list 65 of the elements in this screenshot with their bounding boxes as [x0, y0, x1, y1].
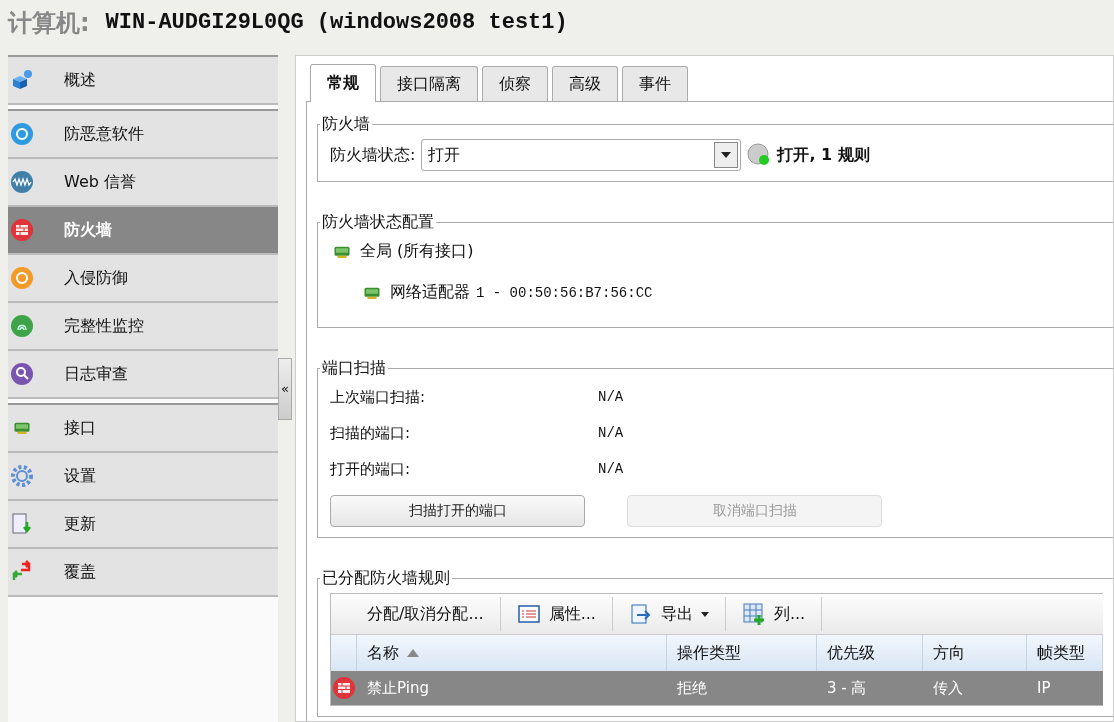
- export-icon: [628, 602, 653, 626]
- sidebar-item[interactable]: 更新: [8, 501, 278, 549]
- table-cell: 传入: [923, 671, 1027, 705]
- tree-item[interactable]: 全局 (所有接口): [360, 241, 474, 262]
- column-header: [331, 635, 357, 671]
- sidebar-item[interactable]: 入侵防御: [8, 255, 278, 303]
- magnifier-icon: [10, 362, 34, 386]
- collapse-handle[interactable]: «: [278, 357, 292, 420]
- column-header[interactable]: 优先级: [817, 635, 923, 671]
- properties-icon: [516, 602, 541, 626]
- globe-icon: [10, 170, 34, 194]
- computer-label: 计算机:: [8, 7, 90, 39]
- toolbar-button[interactable]: 属性...: [500, 597, 613, 631]
- cubes-icon: [10, 68, 34, 92]
- sort-ascending-icon: [407, 649, 419, 657]
- firewall-status-icon: [747, 143, 772, 167]
- scan-button[interactable]: 扫描打开的端口: [330, 495, 585, 527]
- table-cell: 拒绝: [667, 671, 817, 705]
- column-header[interactable]: 操作类型: [667, 635, 817, 671]
- group-title: 端口扫描: [321, 358, 387, 379]
- sidebar-item[interactable]: 接口: [8, 405, 278, 453]
- toolbar-button[interactable]: 分配/取消分配...: [351, 597, 501, 631]
- field-value: N/A: [598, 461, 624, 477]
- sidebar-item[interactable]: 概述: [8, 57, 278, 105]
- group-title: 防火墙状态配置: [321, 212, 435, 233]
- table-cell: IP: [1027, 671, 1103, 705]
- caret-icon: [721, 152, 732, 158]
- toolbar-button[interactable]: 导出: [612, 597, 726, 631]
- column-header[interactable]: 方向: [923, 635, 1027, 671]
- field-value: N/A: [598, 389, 624, 405]
- columns-icon: [741, 602, 766, 626]
- computer-name: WIN-AUDGI29L0QG (windows2008 test1): [105, 10, 568, 35]
- tab[interactable]: 事件: [622, 66, 688, 101]
- sidebar-item[interactable]: 防火墙: [8, 207, 278, 255]
- firewall-icon: [10, 218, 34, 242]
- caret-icon: [700, 611, 709, 617]
- column-header[interactable]: 名称: [357, 635, 667, 671]
- status-dropdown[interactable]: 打开: [421, 139, 742, 171]
- toolbar-button[interactable]: 列...: [725, 597, 823, 631]
- status-summary: 打开, 1 规则: [777, 144, 870, 166]
- group-title: 已分配防火墙规则: [321, 568, 451, 589]
- field-label: 打开的端口:: [330, 459, 412, 479]
- sidebar-item[interactable]: 设置: [8, 453, 278, 501]
- tab[interactable]: 接口隔离: [380, 66, 478, 101]
- sidebar-item[interactable]: 完整性监控: [8, 303, 278, 351]
- target-icon: [10, 266, 34, 290]
- tab[interactable]: 侦察: [482, 66, 548, 101]
- settings-icon: [10, 464, 34, 488]
- sidebar-item[interactable]: 日志审查: [8, 351, 278, 399]
- field-label: 上次端口扫描:: [330, 387, 427, 407]
- sidebar-item[interactable]: 防恶意软件: [8, 111, 278, 159]
- adapter-detail: 1 - 00:50:56:B7:56:CC: [476, 284, 653, 301]
- field-value: N/A: [598, 425, 624, 441]
- tree-item[interactable]: 网络适配器: [390, 282, 470, 303]
- tab[interactable]: 常规: [310, 64, 376, 102]
- sidebar-item[interactable]: Web 信誉: [8, 159, 278, 207]
- status-label: 防火墙状态:: [330, 144, 416, 166]
- sidebar-item[interactable]: 覆盖: [8, 549, 278, 597]
- column-header[interactable]: 帧类型: [1027, 635, 1103, 671]
- update-icon: [10, 512, 34, 536]
- field-label: 扫描的端口:: [330, 423, 412, 443]
- table-cell: 禁止Ping: [357, 671, 667, 705]
- table-cell: 3 - 高: [817, 671, 923, 705]
- group-title: 防火墙: [321, 114, 371, 135]
- tab[interactable]: 高级: [552, 66, 618, 101]
